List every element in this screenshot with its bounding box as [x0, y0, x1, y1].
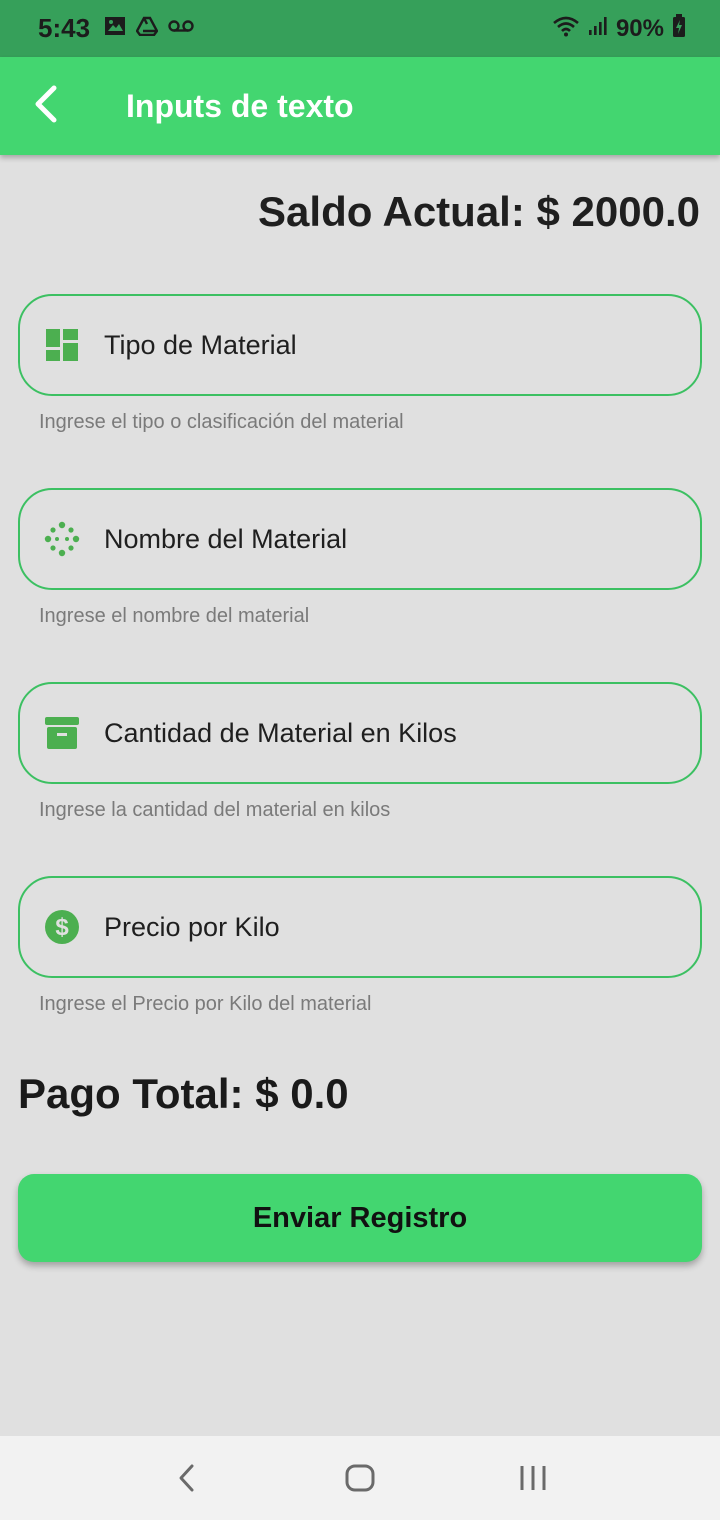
field-helper-text: Ingrese la cantidad del material en kilo… [39, 799, 391, 821]
field-label: Cantidad de Material en Kilos [104, 717, 457, 748]
nav-recents-icon[interactable] [503, 1448, 563, 1508]
archive-box-icon [42, 713, 82, 753]
arrow-back-icon [32, 84, 60, 129]
voicemail-icon [168, 19, 194, 38]
system-nav-bar [0, 1436, 720, 1520]
status-bar-left: 5:43 [38, 13, 194, 44]
field-helper-text: Ingrese el nombre del material [39, 605, 310, 627]
field-label: Tipo de Material [104, 329, 297, 360]
field-helper-text: Ingrese el Precio por Kilo del material [39, 993, 372, 1015]
image-icon [104, 16, 126, 41]
material-quantity-field[interactable]: Cantidad de Material en Kilos [18, 682, 702, 784]
status-time: 5:43 [38, 13, 91, 43]
nav-home-icon[interactable] [330, 1448, 390, 1508]
status-bar-right: 90% [552, 14, 686, 43]
field-label: Nombre del Material [104, 523, 348, 554]
field-label: Precio por Kilo [104, 911, 280, 942]
material-name-field[interactable]: Nombre del Material [18, 488, 702, 590]
dollar-circle-icon: $ [42, 907, 82, 947]
current-balance: Saldo Actual: $ 2000.0 [258, 188, 700, 235]
price-per-kilo-field[interactable]: $ Precio por Kilo [18, 876, 702, 978]
total-payment: Pago Total: $ 0.0 [18, 1070, 349, 1117]
submit-button[interactable]: Enviar Registro [18, 1174, 702, 1262]
app-bar: Inputs de texto [0, 57, 720, 155]
wifi-icon [552, 15, 580, 42]
battery-percent: 90% [615, 14, 664, 42]
material-type-field[interactable]: Tipo de Material [18, 294, 702, 396]
drive-icon [135, 16, 159, 41]
svg-text:$: $ [55, 914, 69, 941]
battery-charging-icon [672, 14, 686, 43]
dashboard-icon [42, 325, 82, 365]
back-button[interactable] [16, 76, 76, 136]
signal-icon [588, 16, 608, 41]
page-title: Inputs de texto [126, 87, 354, 124]
field-helper-text: Ingrese el tipo o clasificación del mate… [39, 411, 404, 433]
status-bar: 5:43 90% [0, 0, 720, 57]
scatter-dots-icon [42, 519, 82, 559]
nav-back-icon[interactable] [157, 1448, 217, 1508]
